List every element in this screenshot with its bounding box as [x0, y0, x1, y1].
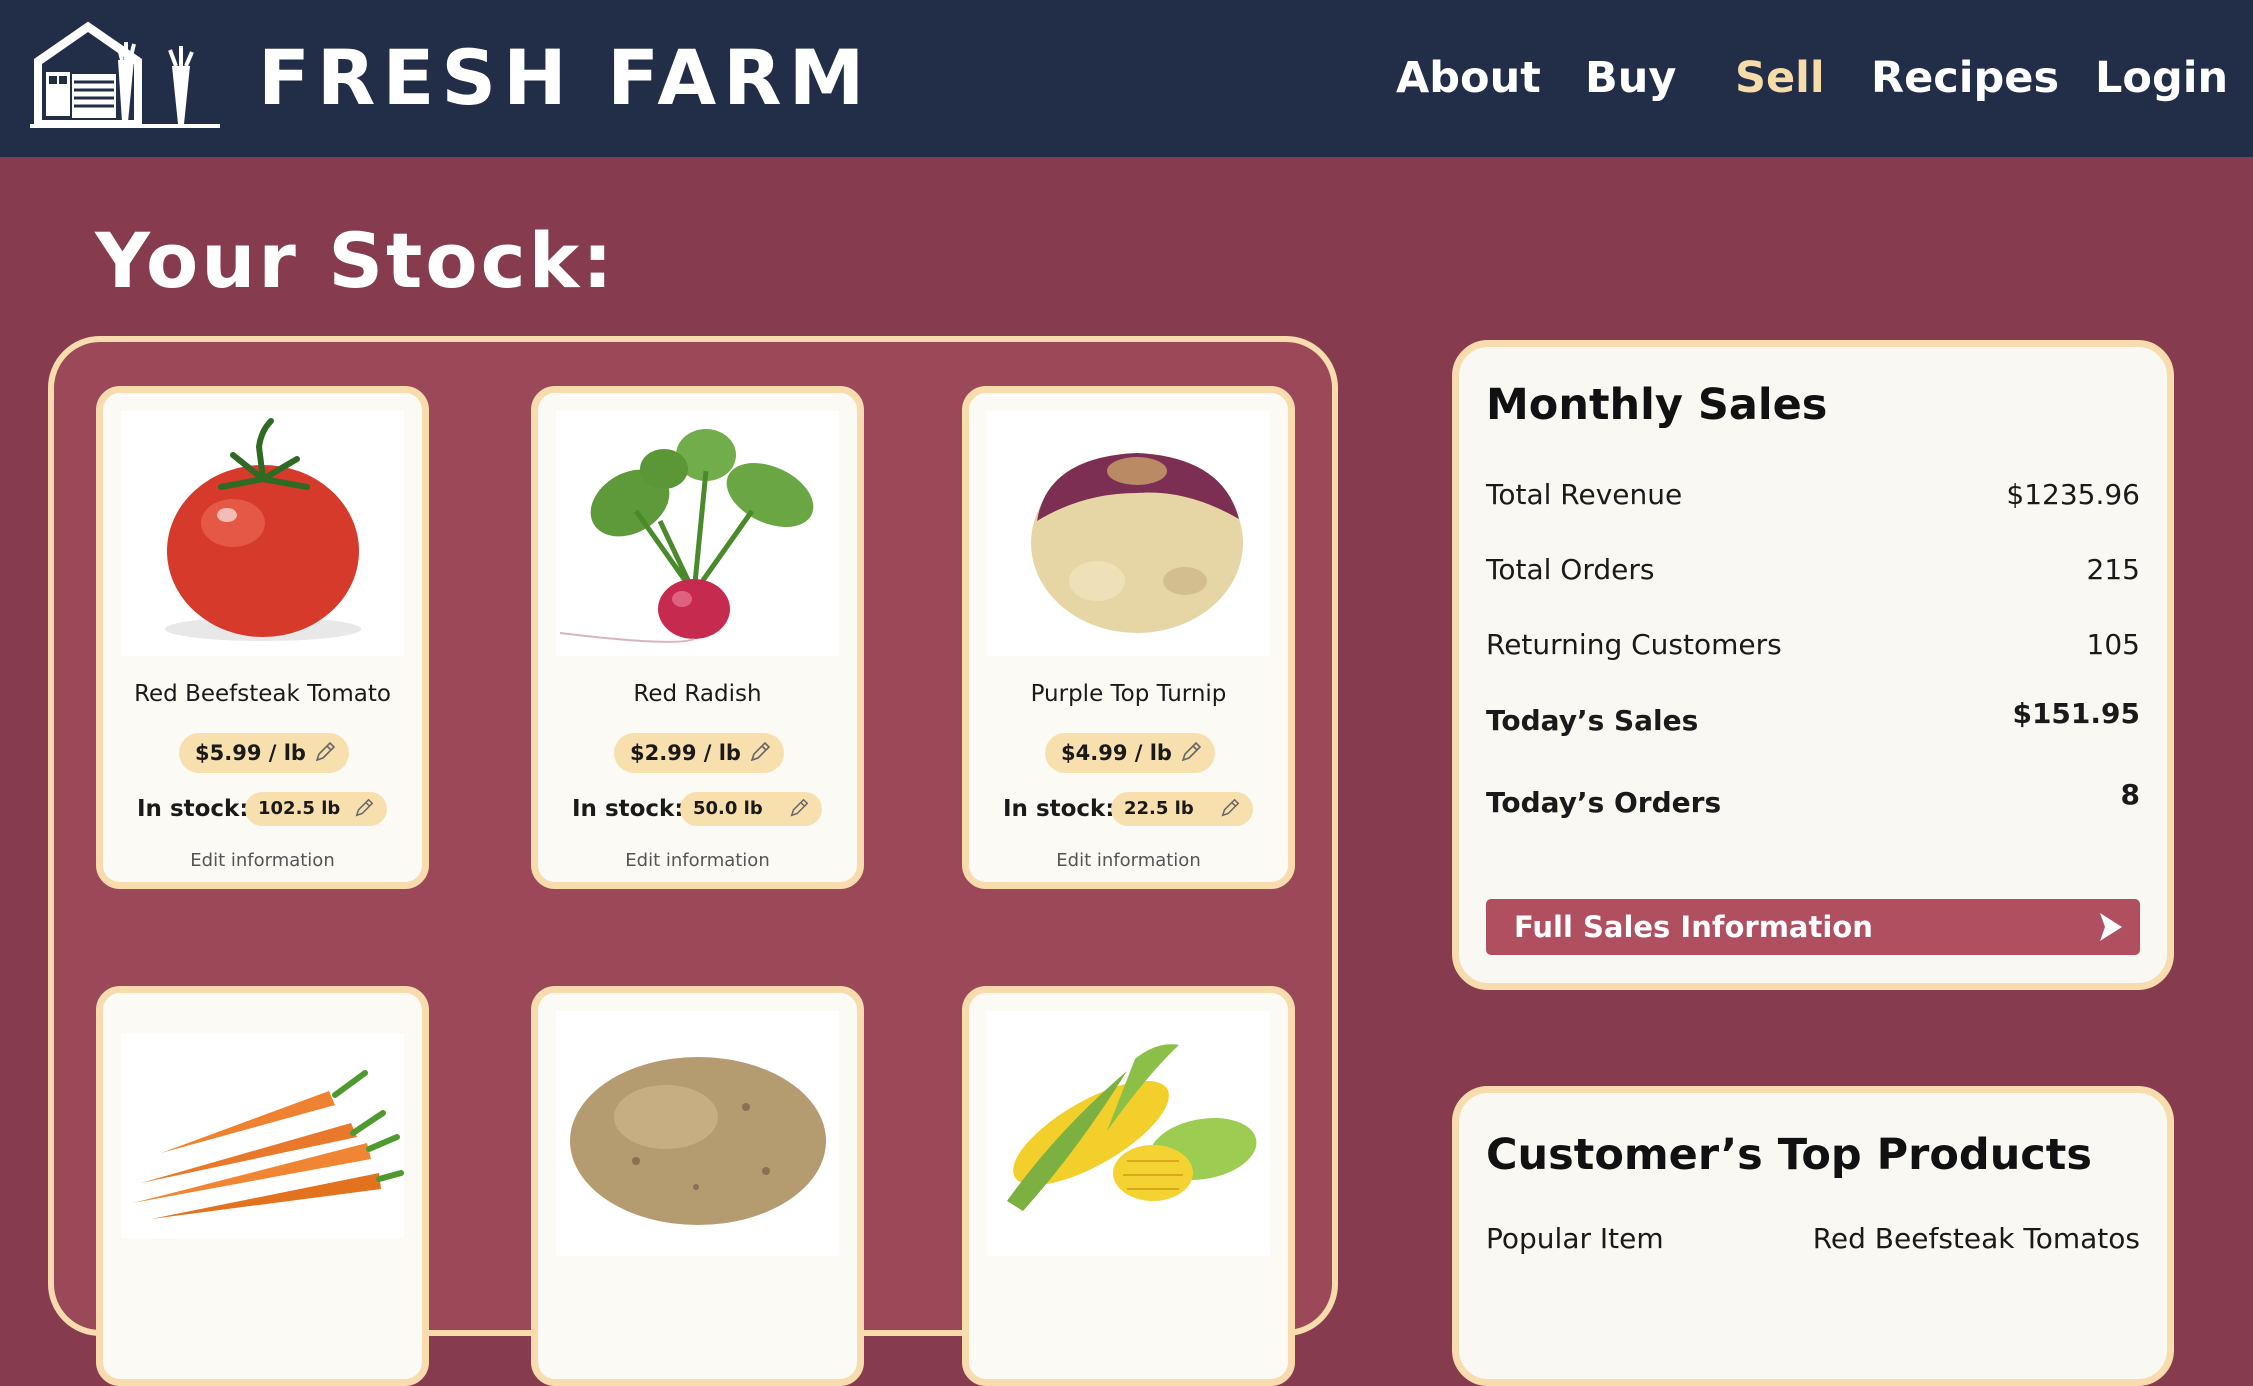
product-name: Purple Top Turnip [1030, 681, 1227, 707]
price-pill[interactable]: $5.99 / lb [179, 733, 349, 773]
stock-panel: Red Beefsteak Tomato $5.99 / lb In stock… [48, 336, 1338, 1386]
product-price: $5.99 / lb [195, 741, 306, 765]
potato-image [556, 1011, 839, 1256]
product-card-tomato[interactable]: Red Beefsteak Tomato $5.99 / lb In stock… [96, 386, 429, 889]
product-card-turnip[interactable]: Purple Top Turnip $4.99 / lb In stock: 2… [962, 386, 1295, 889]
edit-information-link[interactable]: Edit information [538, 849, 857, 873]
sales-label: Total Orders [1486, 553, 1655, 586]
edit-information-link[interactable]: Edit information [969, 849, 1288, 873]
sales-label: Returning Customers [1486, 628, 1782, 661]
stock-amount: 22.5 lb [1124, 798, 1194, 819]
nav-login[interactable]: Login [2095, 48, 2228, 108]
sales-label: Today’s Sales [1486, 704, 1699, 737]
stock-pill[interactable]: 22.5 lb [1111, 792, 1253, 826]
top-products-title: Customer’s Top Products [1486, 1130, 2092, 1180]
edit-pencil-icon[interactable] [1179, 740, 1203, 764]
product-card-corn[interactable] [962, 986, 1295, 1386]
nav-about[interactable]: About [1396, 48, 1541, 108]
top-navigation-bar: FRESH FARM About Buy Sell Recipes Login [0, 0, 2253, 157]
sales-value: $1235.96 [2006, 478, 2140, 511]
product-price: $2.99 / lb [630, 741, 741, 765]
nav-sell[interactable]: Sell [1735, 48, 1825, 108]
radish-image [556, 411, 839, 656]
sales-value: $151.95 [2012, 697, 2140, 730]
stock-label: In stock: [1003, 796, 1115, 822]
edit-information-link[interactable]: Edit information [103, 849, 422, 873]
brand-name[interactable]: FRESH FARM [258, 32, 871, 124]
nav-recipes[interactable]: Recipes [1871, 48, 2059, 108]
full-sales-information-button[interactable]: Full Sales Information [1486, 899, 2140, 955]
top-products-card: Customer’s Top Products Popular Item Red… [1452, 1086, 2174, 1386]
corn-image [987, 1011, 1270, 1256]
sales-label: Today’s Orders [1486, 786, 1722, 819]
sales-value: 8 [2120, 778, 2140, 811]
price-pill[interactable]: $2.99 / lb [614, 733, 784, 773]
stock-label: In stock: [572, 796, 684, 822]
arrow-right-icon [2100, 913, 2122, 941]
sales-label: Total Revenue [1486, 478, 1683, 511]
product-name: Red Radish [633, 681, 762, 707]
page-title: Your Stock: [95, 216, 616, 305]
stock-amount: 102.5 lb [258, 798, 341, 819]
sales-value: 215 [2086, 553, 2140, 586]
farm-logo[interactable] [30, 20, 220, 128]
top-products-value: Red Beefsteak Tomatos [1812, 1222, 2140, 1255]
top-products-label: Popular Item [1486, 1222, 1664, 1255]
edit-pencil-icon[interactable] [1219, 797, 1241, 819]
edit-pencil-icon[interactable] [748, 740, 772, 764]
stock-amount: 50.0 lb [693, 798, 763, 819]
monthly-sales-title: Monthly Sales [1486, 380, 1828, 430]
product-card-carrots[interactable] [96, 986, 429, 1386]
stock-pill[interactable]: 102.5 lb [245, 792, 387, 826]
button-label: Full Sales Information [1514, 910, 1873, 944]
sales-value: 105 [2086, 628, 2140, 661]
nav-buy[interactable]: Buy [1585, 48, 1676, 108]
barn-carrot-icon [30, 21, 220, 128]
price-pill[interactable]: $4.99 / lb [1045, 733, 1215, 773]
edit-pencil-icon[interactable] [313, 740, 337, 764]
product-card-potato[interactable] [531, 986, 864, 1386]
stock-label: In stock: [137, 796, 249, 822]
tomato-image [121, 411, 404, 656]
product-card-radish[interactable]: Red Radish $2.99 / lb In stock: 50.0 lb … [531, 386, 864, 889]
monthly-sales-card: Monthly Sales Total Revenue $1235.96 Tot… [1452, 340, 2174, 990]
edit-pencil-icon[interactable] [353, 797, 375, 819]
stock-pill[interactable]: 50.0 lb [680, 792, 822, 826]
turnip-image [987, 411, 1270, 656]
edit-pencil-icon[interactable] [788, 797, 810, 819]
product-price: $4.99 / lb [1061, 741, 1172, 765]
product-name: Red Beefsteak Tomato [134, 681, 391, 707]
carrots-image [121, 1033, 404, 1238]
